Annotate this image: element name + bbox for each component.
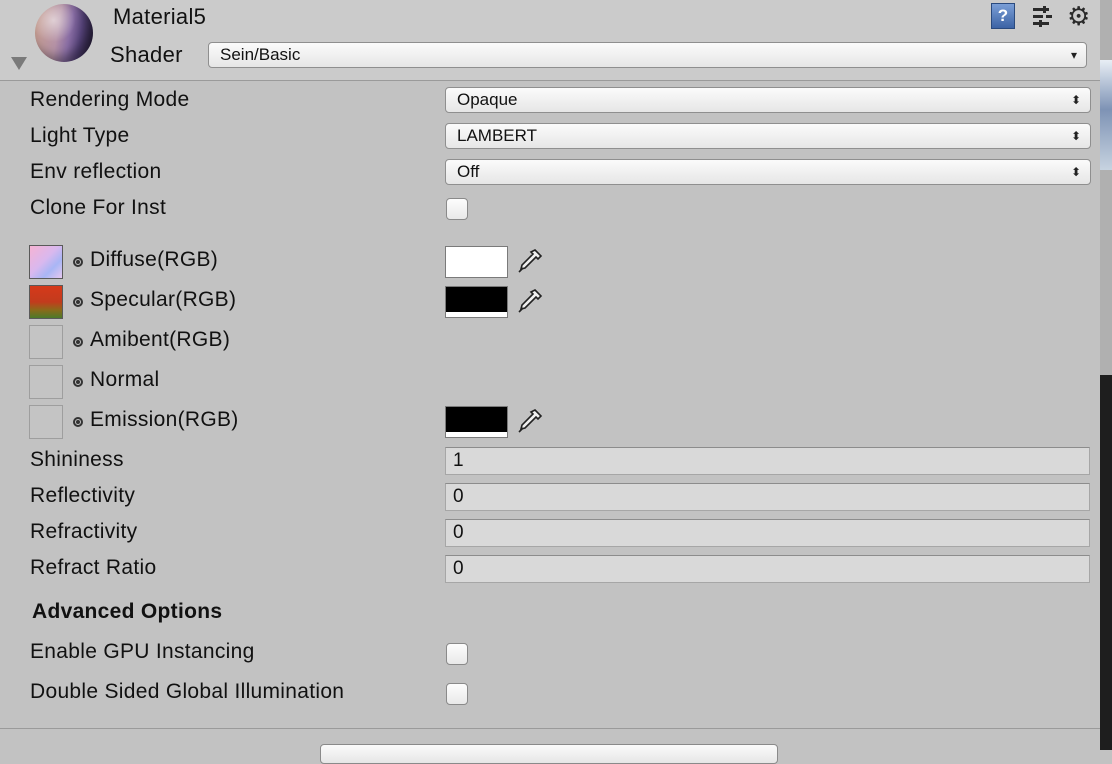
clone-for-inst-checkbox[interactable] [446, 198, 468, 220]
material-preview-sphere [35, 4, 93, 62]
specular-label: Specular(RGB) [90, 288, 237, 311]
rendering-mode-dropdown[interactable]: Opaque ⬍ [445, 87, 1091, 113]
eyedropper-icon[interactable] [515, 286, 545, 316]
object-picker-icon[interactable] [73, 377, 83, 387]
clone-for-inst-label: Clone For Inst [30, 196, 167, 219]
footer-divider [0, 728, 1100, 729]
reflectivity-label: Reflectivity [30, 484, 136, 507]
refractivity-field[interactable]: 0 [445, 519, 1090, 547]
refract-ratio-label: Refract Ratio [30, 556, 157, 579]
object-picker-icon[interactable] [73, 337, 83, 347]
advanced-options-heading: Advanced Options [32, 600, 223, 623]
normal-label: Normal [90, 368, 160, 391]
eyedropper-icon[interactable] [515, 406, 545, 436]
env-reflection-value: Off [457, 162, 480, 181]
gpu-instancing-checkbox[interactable] [446, 643, 468, 665]
specular-color-swatch[interactable] [445, 286, 508, 318]
diffuse-label: Diffuse(RGB) [90, 248, 219, 271]
shader-label: Shader [110, 42, 183, 67]
diffuse-texture-slot[interactable] [29, 245, 63, 279]
shininess-field[interactable]: 1 [445, 447, 1090, 475]
light-type-value: LAMBERT [457, 126, 537, 145]
background-window-edge-dark [1100, 375, 1112, 750]
shader-dropdown[interactable]: Sein/Basic ▾ [208, 42, 1087, 68]
rendering-mode-label: Rendering Mode [30, 88, 190, 111]
light-type-label: Light Type [30, 124, 130, 147]
object-picker-icon[interactable] [73, 297, 83, 307]
foldout-arrow-icon[interactable] [11, 57, 27, 70]
diffuse-color-swatch[interactable] [445, 246, 508, 278]
env-reflection-label: Env reflection [30, 160, 162, 183]
env-reflection-dropdown[interactable]: Off ⬍ [445, 159, 1091, 185]
shininess-label: Shininess [30, 448, 124, 471]
ambient-texture-slot[interactable] [29, 325, 63, 359]
double-sided-gi-label: Double Sided Global Illumination [30, 680, 345, 703]
emission-label: Emission(RGB) [90, 408, 239, 431]
chevron-down-icon: ▾ [1070, 48, 1077, 62]
refractivity-label: Refractivity [30, 520, 138, 543]
gear-icon[interactable]: ⚙ [1067, 3, 1095, 31]
double-sided-gi-checkbox[interactable] [446, 683, 468, 705]
material-header: Material5 Shader Sein/Basic ▾ ? ⚙ [0, 0, 1100, 81]
reflectivity-field[interactable]: 0 [445, 483, 1090, 511]
material-name: Material5 [113, 4, 207, 29]
shader-dropdown-value: Sein/Basic [220, 45, 301, 64]
rendering-mode-value: Opaque [457, 90, 518, 109]
object-picker-icon[interactable] [73, 257, 83, 267]
gpu-instancing-label: Enable GPU Instancing [30, 640, 255, 663]
ambient-label: Amibent(RGB) [90, 328, 231, 351]
light-type-dropdown[interactable]: LAMBERT ⬍ [445, 123, 1091, 149]
refract-ratio-field[interactable]: 0 [445, 555, 1090, 583]
emission-color-swatch[interactable] [445, 406, 508, 438]
emission-texture-slot[interactable] [29, 405, 63, 439]
up-down-arrow-icon: ⬍ [1070, 165, 1081, 179]
footer-button[interactable] [320, 744, 778, 764]
eyedropper-icon[interactable] [515, 246, 545, 276]
help-book-icon[interactable]: ? [991, 3, 1015, 29]
presets-sliders-icon[interactable] [1030, 3, 1058, 31]
up-down-arrow-icon: ⬍ [1070, 93, 1081, 107]
specular-texture-slot[interactable] [29, 285, 63, 319]
background-window-edge [1100, 60, 1112, 170]
up-down-arrow-icon: ⬍ [1070, 129, 1081, 143]
normal-texture-slot[interactable] [29, 365, 63, 399]
object-picker-icon[interactable] [73, 417, 83, 427]
